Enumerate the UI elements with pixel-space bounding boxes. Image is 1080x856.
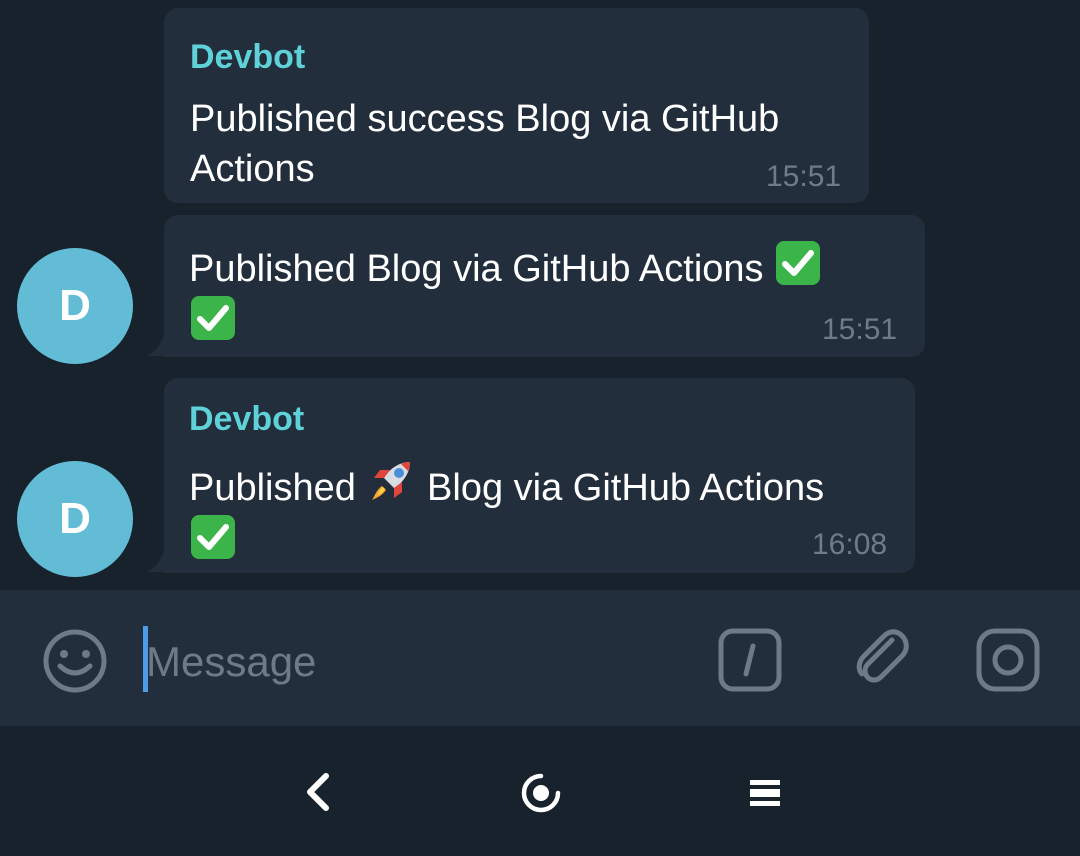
message-sender[interactable]: Devbot: [190, 38, 305, 77]
camera-icon[interactable]: [976, 628, 1040, 692]
avatar[interactable]: D: [17, 248, 133, 364]
message-time: 15:51: [822, 313, 898, 346]
recents-icon[interactable]: [748, 778, 782, 808]
avatar-letter: D: [59, 281, 91, 330]
check-mark-emoji: [776, 241, 821, 285]
message-text: Published success Blog via GitHub Action…: [190, 94, 860, 194]
message-text-line: Actions: [190, 148, 315, 190]
check-mark-emoji: [191, 296, 235, 340]
rocket-emoji: [372, 462, 411, 500]
message-time: 15:51: [766, 160, 842, 193]
message-sender[interactable]: Devbot: [189, 400, 304, 439]
avatar[interactable]: D: [17, 461, 133, 577]
paperclip-icon[interactable]: [848, 626, 916, 694]
message-input[interactable]: [146, 632, 666, 692]
message-text-part: Blog via GitHub Actions: [427, 467, 825, 509]
chat-history[interactable]: Devbot Published success Blog via GitHub…: [0, 0, 1080, 590]
smiley-icon[interactable]: [42, 628, 108, 694]
slash-command-icon[interactable]: [718, 628, 782, 692]
message-text: Published Blog via GitHub Actions: [189, 456, 909, 568]
message-time: 16:08: [812, 528, 888, 561]
message-text-line: Published Blog via GitHub Actions: [189, 248, 764, 290]
message-bubble[interactable]: Devbot Published success Blog via GitHub…: [164, 8, 869, 203]
message-text: Published Blog via GitHub Actions: [189, 239, 919, 349]
message-bubble[interactable]: Devbot Published Blog via GitHub Actions…: [164, 378, 915, 573]
back-chevron-icon[interactable]: [300, 772, 336, 812]
message-text-line: Published success Blog via GitHub: [190, 98, 780, 140]
check-mark-emoji: [191, 515, 235, 559]
message-bubble[interactable]: Published Blog via GitHub Actions 15:51: [164, 215, 925, 357]
home-circle-icon[interactable]: [520, 772, 562, 814]
avatar-letter: D: [59, 494, 91, 543]
message-text-part: Published: [189, 467, 356, 509]
